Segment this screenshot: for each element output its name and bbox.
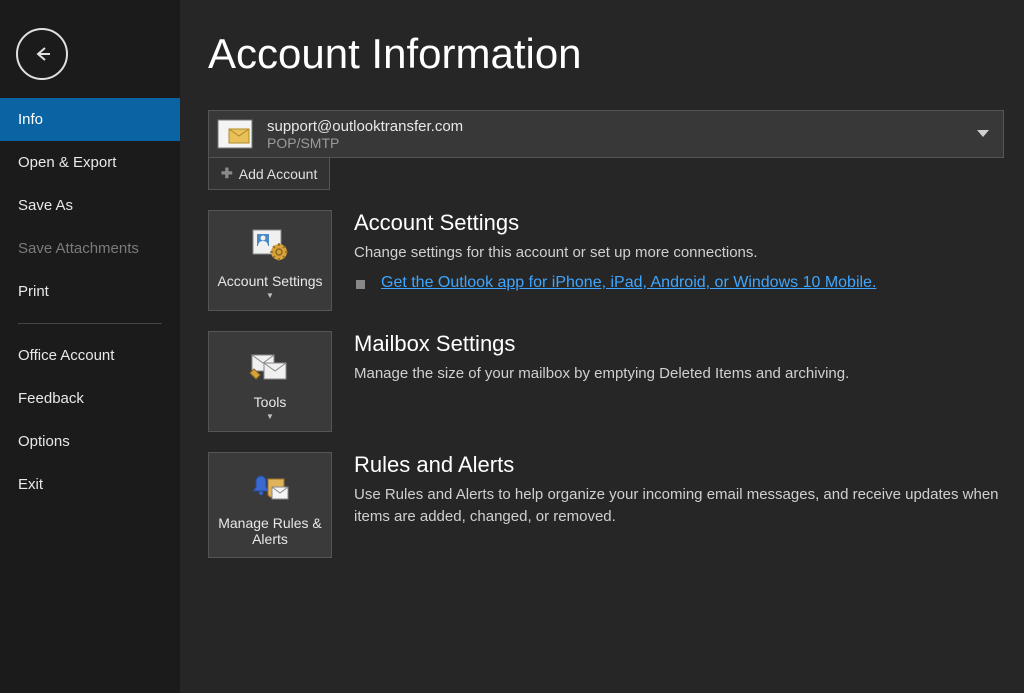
chevron-down-icon: ▼ (266, 291, 274, 300)
sidebar-item-label: Save Attachments (18, 240, 139, 257)
sidebar-item-options[interactable]: Options (0, 420, 180, 463)
section-mailbox-settings: Tools ▼ Mailbox Settings Manage the size… (208, 331, 1004, 432)
section-title: Mailbox Settings (354, 331, 1004, 357)
sidebar-item-office-account[interactable]: Office Account (0, 334, 180, 377)
account-info: support@outlooktransfer.com POP/SMTP (267, 118, 463, 151)
section-title: Rules and Alerts (354, 452, 1004, 478)
sidebar-item-print[interactable]: Print (0, 270, 180, 313)
bullet-icon (356, 280, 365, 289)
sidebar-item-save-as[interactable]: Save As (0, 184, 180, 227)
sidebar-divider (18, 323, 162, 324)
tools-icon (248, 344, 292, 388)
sidebar-item-exit[interactable]: Exit (0, 463, 180, 506)
section-desc: Use Rules and Alerts to help organize yo… (354, 484, 1004, 528)
content-area: Account Information support@outlooktrans… (180, 0, 1024, 693)
chevron-down-icon: ▼ (266, 412, 274, 421)
account-protocol: POP/SMTP (267, 135, 463, 151)
section-title: Account Settings (354, 210, 1004, 236)
chevron-down-icon (977, 125, 989, 143)
add-account-button[interactable]: ✚ Add Account (208, 158, 330, 190)
sidebar-item-label: Office Account (18, 347, 114, 364)
get-outlook-app-link[interactable]: Get the Outlook app for iPhone, iPad, An… (381, 274, 876, 292)
sidebar-item-label: Print (18, 283, 49, 300)
section-desc: Change settings for this account or set … (354, 242, 1004, 264)
back-button[interactable] (16, 28, 68, 80)
tools-button[interactable]: Tools ▼ (208, 331, 332, 432)
sidebar-item-label: Feedback (18, 390, 84, 407)
account-dropdown[interactable]: support@outlooktransfer.com POP/SMTP (208, 110, 1004, 158)
sidebar-item-save-attachments: Save Attachments (0, 227, 180, 270)
sidebar-item-label: Exit (18, 476, 43, 493)
mail-icon (217, 117, 253, 151)
rules-alerts-icon (248, 465, 292, 509)
manage-rules-button-label: Manage Rules & Alerts (217, 515, 323, 547)
sidebar-item-label: Open & Export (18, 154, 116, 171)
sidebar-item-label: Options (18, 433, 70, 450)
manage-rules-alerts-button[interactable]: Manage Rules & Alerts (208, 452, 332, 558)
account-settings-button-label: Account Settings (217, 273, 322, 289)
sidebar: Info Open & Export Save As Save Attachme… (0, 0, 180, 693)
plus-icon: ✚ (221, 165, 233, 182)
section-desc: Manage the size of your mailbox by empty… (354, 363, 1004, 385)
sidebar-item-label: Info (18, 111, 43, 128)
sidebar-item-open-export[interactable]: Open & Export (0, 141, 180, 184)
page-title: Account Information (208, 30, 1004, 78)
account-email: support@outlooktransfer.com (267, 118, 463, 135)
account-settings-button[interactable]: Account Settings ▼ (208, 210, 332, 311)
account-settings-icon (249, 223, 291, 267)
arrow-left-icon (30, 42, 54, 66)
sidebar-item-feedback[interactable]: Feedback (0, 377, 180, 420)
sidebar-item-info[interactable]: Info (0, 98, 180, 141)
section-rules-alerts: Manage Rules & Alerts Rules and Alerts U… (208, 452, 1004, 558)
add-account-label: Add Account (239, 166, 318, 182)
section-account-settings: Account Settings ▼ Account Settings Chan… (208, 210, 1004, 311)
tools-button-label: Tools (254, 394, 287, 410)
sidebar-item-label: Save As (18, 197, 73, 214)
